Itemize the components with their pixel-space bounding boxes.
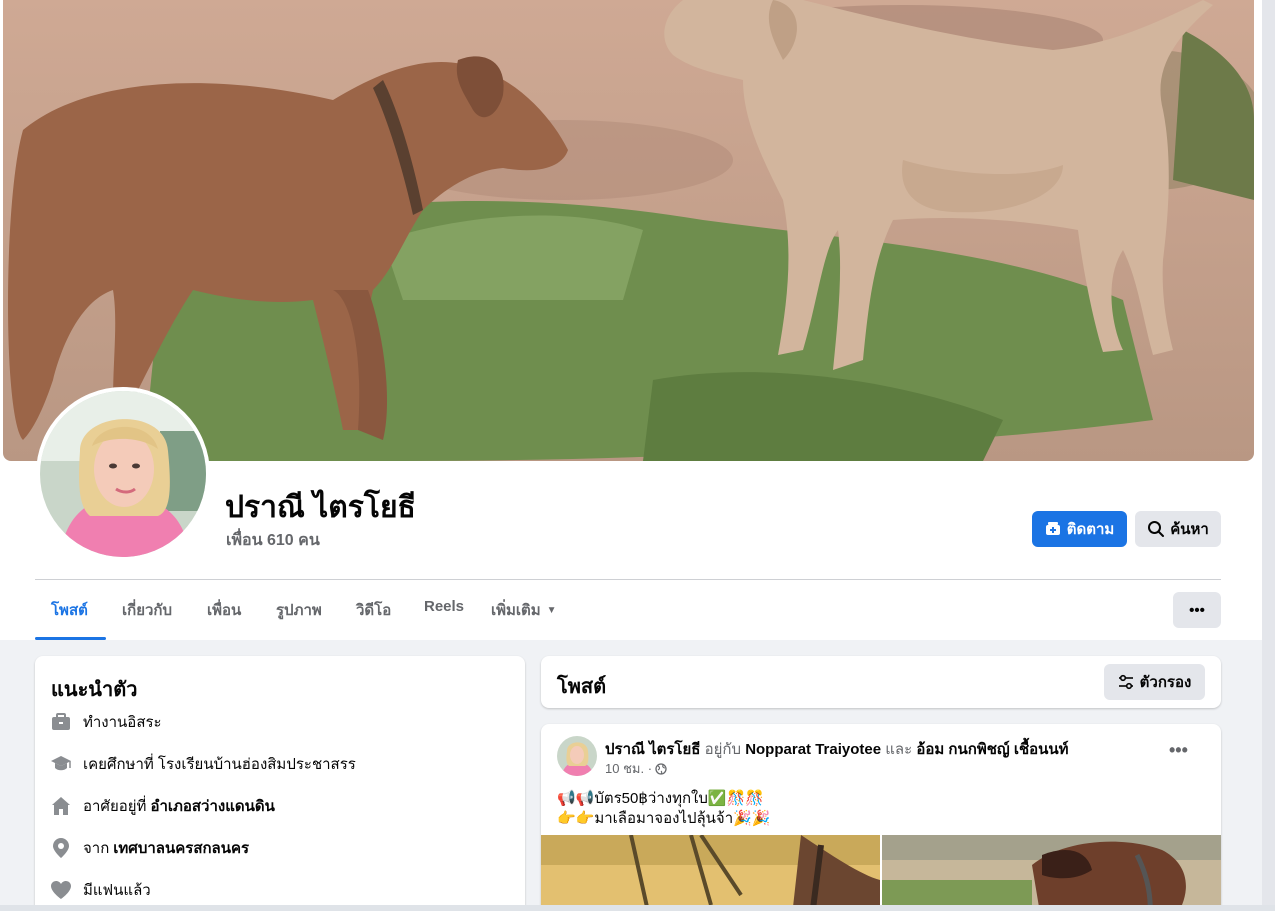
filter-label: ตัวกรอง <box>1139 674 1192 691</box>
profile-avatar[interactable] <box>40 391 206 557</box>
more-icon: ••• <box>1189 601 1205 619</box>
intro-item-lives-in: อาศัยอยู่ที่ อำเภอสว่างแดนดิน <box>49 794 275 818</box>
tab-photos[interactable]: รูปภาพ <box>276 598 322 622</box>
post-with-text: อยู่กับ <box>704 741 742 758</box>
intro-item-from: จาก เทศบาลนครสกลนคร <box>49 836 249 860</box>
posts-header-card: โพสต์ ตัวกรอง <box>541 656 1221 708</box>
post-tagged-2[interactable]: อ้อม กนกพิชญ์ เชื้อนนท์ <box>916 741 1068 758</box>
tab-about[interactable]: เกี่ยวกับ <box>122 598 172 622</box>
posts-title: โพสต์ <box>557 676 607 698</box>
cover-photo[interactable] <box>3 0 1254 461</box>
intro-item-education: เคยศึกษาที่ โรงเรียนบ้านฮ่องสิมประชาสรร <box>49 752 356 776</box>
intro-item-text: มีแฟนแล้ว <box>83 882 151 899</box>
horizontal-scrollbar[interactable] <box>0 905 1275 911</box>
intro-item-bold[interactable]: อำเภอสว่างแดนดิน <box>150 794 274 818</box>
search-icon <box>1148 521 1165 537</box>
follow-label: ติดตาม <box>1066 521 1115 538</box>
profile-name: ปราณี ไตรโยธี <box>225 491 416 524</box>
post-author-name[interactable]: ปราณี ไตรโยธี <box>605 741 700 758</box>
tab-friends[interactable]: เพื่อน <box>207 598 241 622</box>
post-tagged-1[interactable]: Nopparat Traiyotee <box>745 741 881 758</box>
search-label: ค้นหา <box>1170 521 1209 538</box>
tab-divider <box>35 579 1221 580</box>
intro-item-bold[interactable]: เทศบาลนครสกลนคร <box>113 836 249 860</box>
post-photo-image <box>882 835 1221 911</box>
post-meta: 10 ชม. · <box>605 758 667 779</box>
follow-icon <box>1045 522 1060 535</box>
globe-icon <box>655 762 667 775</box>
filter-icon <box>1118 674 1133 690</box>
friend-count[interactable]: เพื่อน 610 คน <box>226 528 320 553</box>
intro-item-relationship: มีแฟนแล้ว <box>49 878 151 902</box>
more-options-button[interactable]: ••• <box>1173 592 1221 628</box>
tab-more[interactable]: เพิ่มเติม ▼ <box>491 598 557 622</box>
tab-videos[interactable]: วิดีโอ <box>356 598 391 622</box>
follow-button[interactable]: ติดตาม <box>1032 511 1127 547</box>
post-text-line-2: 👉👉มาเลือมาจองไปลุ้นจ้า🎉🎉 <box>557 810 771 827</box>
heart-icon <box>49 878 73 902</box>
tab-reels[interactable]: Reels <box>424 598 464 615</box>
briefcase-icon <box>49 710 73 734</box>
post-and-text: และ <box>885 741 913 758</box>
location-pin-icon <box>49 836 73 860</box>
avatar-image <box>40 391 206 557</box>
intro-item-text: จาก <box>83 840 110 857</box>
intro-item-text: อาศัยอยู่ที่ <box>83 798 147 815</box>
intro-title: แนะนำตัว <box>51 679 138 701</box>
cover-photo-image <box>3 0 1254 461</box>
home-icon <box>49 794 73 818</box>
page-scrollbar[interactable] <box>1262 0 1275 905</box>
post-author-avatar[interactable] <box>557 736 597 776</box>
post-photo-image <box>541 835 880 911</box>
intro-item-text: เคยศึกษาที่ โรงเรียนบ้านฮ่องสิมประชาสรร <box>83 756 356 773</box>
chevron-down-icon: ▼ <box>546 605 557 616</box>
post-author-line: ปราณี ไตรโยธี อยู่กับ Nopparat Traiyotee… <box>605 737 1069 761</box>
post-photo-1[interactable] <box>541 835 880 911</box>
intro-card: แนะนำตัว ทำงานอิสระ เคยศึกษาที่ โรงเรียน… <box>35 656 525 911</box>
intro-item-work: ทำงานอิสระ <box>49 710 162 734</box>
filter-button[interactable]: ตัวกรอง <box>1104 664 1205 700</box>
post-card: ปราณี ไตรโยธี อยู่กับ Nopparat Traiyotee… <box>541 724 1221 911</box>
post-photo-2[interactable] <box>882 835 1221 911</box>
search-button[interactable]: ค้นหา <box>1135 511 1221 547</box>
graduation-cap-icon <box>49 752 73 776</box>
post-timestamp[interactable]: 10 ชม. · <box>605 758 652 779</box>
tab-more-label: เพิ่มเติม <box>491 602 541 619</box>
intro-item-text: ทำงานอิสระ <box>83 714 162 731</box>
tab-posts[interactable]: โพสต์ <box>51 598 88 622</box>
post-options-button[interactable]: ••• <box>1169 740 1188 761</box>
active-tab-indicator <box>35 637 106 640</box>
post-avatar-image <box>557 736 597 776</box>
